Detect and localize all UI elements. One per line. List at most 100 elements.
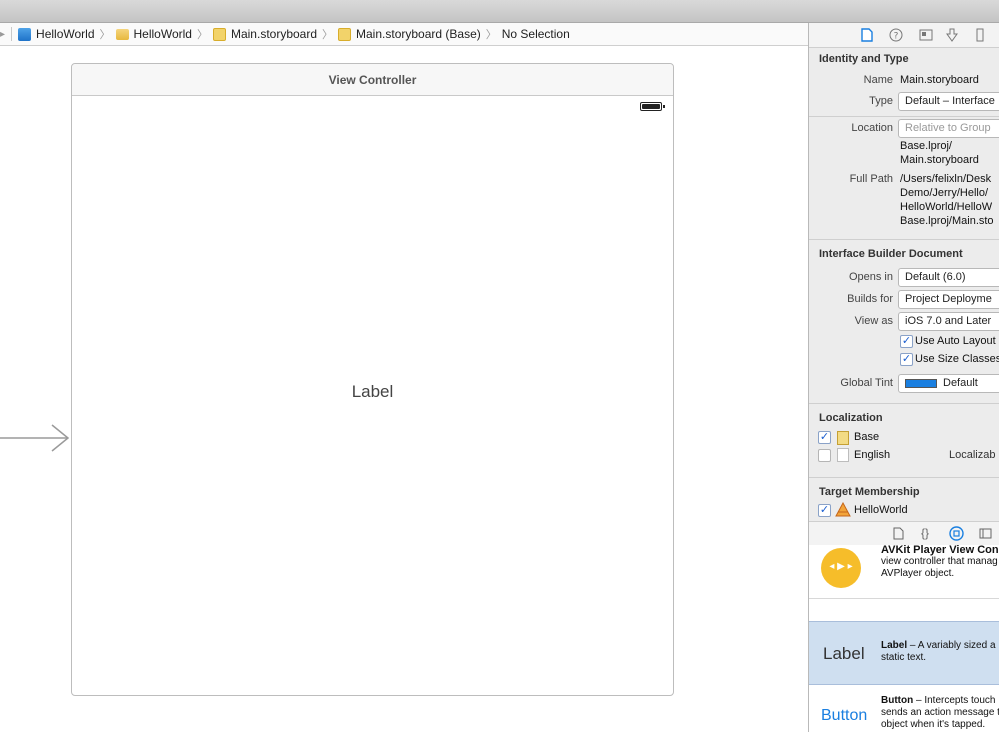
crumb-project[interactable]: HelloWorld [18,27,95,41]
opens-in-label: Opens in [848,271,893,283]
size-classes-checkbox[interactable]: ✓ [900,353,913,366]
identity-inspector-icon[interactable] [919,29,933,41]
localization-base-label: Base [854,431,880,443]
localization-base-checkbox[interactable]: ✓ [818,431,831,444]
utilities-panel: ? Identity and Type Name Main.storyboard… [808,23,999,732]
file-template-library-icon[interactable] [893,527,904,540]
file-inspector-icon[interactable] [861,28,873,42]
crumb-selection-label: No Selection [501,27,570,41]
auto-layout-label: Use Auto Layout [915,335,996,347]
fullpath-label: Full Path [849,173,893,185]
library-item-avkit-desc-1: view controller that manag [881,556,998,567]
library-item-avkit-desc-2: AVPlayer object. [881,568,955,579]
project-icon [18,27,32,41]
name-value: Main.storyboard [900,74,979,86]
crumb-storyboard-label: Main.storyboard [230,27,318,41]
size-classes-label: Use Size Classes [915,353,999,365]
library-item-label[interactable]: Label Label – A variably sized a static … [809,621,999,685]
size-inspector-icon[interactable] [975,28,985,42]
divider [809,477,999,478]
localization-english-checkbox[interactable] [818,449,831,462]
global-tint-popup[interactable]: Default [898,374,999,393]
library-item-button-desc-1: – Intercepts touch [913,695,996,706]
crumb-group-label: HelloWorld [133,27,192,41]
storyboard-file-icon [837,431,849,445]
library-item-label-desc-2: static text. [881,652,927,663]
library-item-button-text: Button – Intercepts touch sends an actio… [881,695,999,731]
attributes-inspector-icon[interactable] [946,28,958,42]
localization-section-title: Localization [819,412,883,424]
storyboard-file-icon [338,27,352,41]
fullpath-line-3: HelloWorld/HelloW [900,201,993,213]
crumb-storyboard-base[interactable]: Main.storyboard (Base) [338,27,481,41]
app-target-icon [835,502,851,517]
ibdoc-section-title: Interface Builder Document [819,248,963,260]
library-item-label-name: Label [881,640,908,651]
storyboard-canvas[interactable]: View Controller Label [0,46,808,732]
folder-icon [115,28,129,40]
button-item-icon: Button [821,707,868,724]
canvas-label-element[interactable]: Label [72,382,673,402]
divider [809,403,999,404]
target-helloworld-label: HelloWorld [854,504,908,516]
type-popup[interactable]: Default – Interface [898,92,999,111]
divider [809,116,999,117]
target-helloworld-checkbox[interactable]: ✓ [818,504,831,517]
crumb-storyboard-base-label: Main.storyboard (Base) [356,27,481,41]
svg-text:?: ? [894,32,899,42]
library-item-label-text: Label – A variably sized a static text. [881,640,996,664]
forward-nav-icon[interactable]: ▸ [0,29,5,40]
scene-title: View Controller [328,72,417,87]
library-item-avkit-text: AVKit Player View Con view controller th… [881,544,999,580]
name-label: Name [863,74,893,86]
jump-bar: ▸ HelloWorld 〉 HelloWorld 〉 Main.storybo… [0,23,808,46]
object-library-icon[interactable] [949,526,964,541]
chevron-right-icon: 〉 [485,29,497,41]
view-controller-scene[interactable]: View Controller Label [71,63,674,696]
label-item-icon: Label [823,644,865,663]
library-item-button-desc-2: sends an action message t [881,707,999,718]
object-library-list: ◂ ▶ ▸ AVKit Player View Con view control… [809,544,999,732]
location-path-line-1: Base.lproj/ [900,140,952,152]
location-popup[interactable]: Relative to Group [898,119,999,138]
global-tint-label: Global Tint [840,377,893,389]
crumb-selection[interactable]: No Selection [502,27,570,41]
battery-icon [640,102,665,111]
scene-title-bar[interactable]: View Controller [72,64,673,96]
fullpath-line-1: /Users/felixln/Desk [900,173,992,185]
global-tint-value: Default [943,377,978,389]
library-item-button[interactable]: Button Button – Intercepts touch sends a… [809,685,999,732]
view-as-popup[interactable]: iOS 7.0 and Later [898,312,999,331]
localization-english-type: Localizab [949,449,996,461]
jump-bar-divider [11,27,13,41]
opens-in-popup[interactable]: Default (6.0) [898,268,999,287]
quick-help-icon[interactable]: ? [889,28,903,42]
builds-for-popup[interactable]: Project Deployme [898,290,999,309]
fullpath-line-2: Demo/Jerry/Hello/ [900,187,989,199]
avkit-player-icon: ◂ ▶ ▸ [821,548,861,588]
inspector-tab-bar: ? [809,23,999,48]
media-library-icon[interactable] [979,528,992,539]
builds-for-label: Builds for [847,293,893,305]
crumb-group[interactable]: HelloWorld [115,27,192,41]
library-item-avkit[interactable]: ◂ ▶ ▸ AVKit Player View Con view control… [809,544,999,599]
auto-layout-checkbox[interactable]: ✓ [900,335,913,348]
divider [809,239,999,240]
location-label: Location [851,122,893,134]
library-item-label-desc-1: – A variably sized a [907,640,996,651]
library-item-button-desc-3: object when it's tapped. [881,719,986,730]
chevron-right-icon: 〉 [196,29,208,41]
initial-view-controller-arrow-icon[interactable] [0,423,72,453]
code-snippet-library-icon[interactable]: {} [921,526,929,540]
storyboard-file-icon [212,27,226,41]
location-path-line-2: Main.storyboard [900,154,979,166]
window-title-strip [0,0,999,23]
crumb-storyboard[interactable]: Main.storyboard [212,27,318,41]
chevron-right-icon: 〉 [99,29,111,41]
chevron-right-icon: 〉 [322,29,334,41]
tint-swatch [905,378,937,388]
library-item-avkit-name: AVKit Player View Con [881,544,999,556]
view-as-label: View as [854,315,893,327]
fullpath-line-4: Base.lproj/Main.sto [900,215,994,227]
blank-file-icon [837,448,849,462]
